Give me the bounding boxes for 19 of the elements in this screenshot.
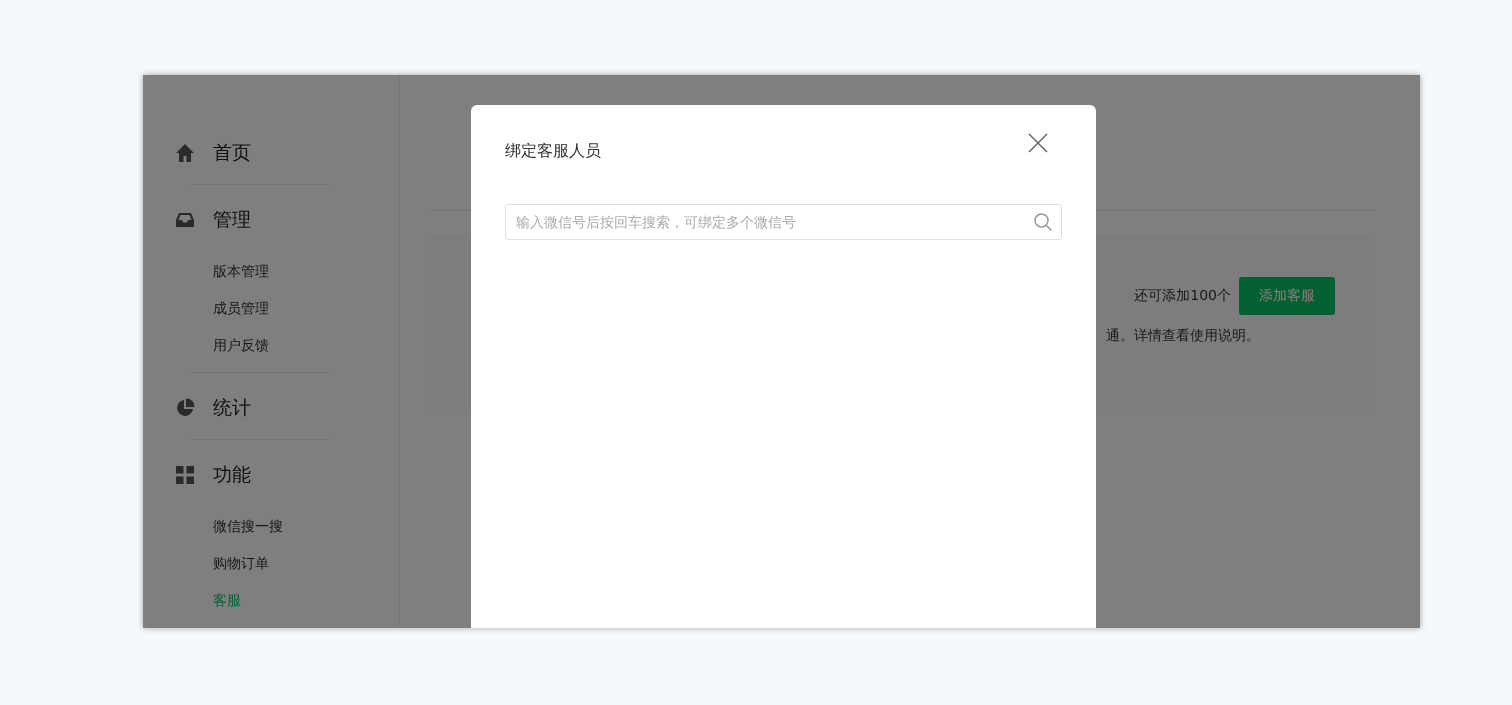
sidebar-group-title[interactable]: 管理 (213, 207, 251, 233)
sidebar-item[interactable]: 购物订单 (143, 545, 273, 582)
sidebar-group-title[interactable]: 首页 (213, 140, 251, 166)
grid-icon (175, 465, 195, 485)
sidebar-group-title[interactable]: 功能 (213, 462, 251, 488)
search-field[interactable]: 输入微信号后按回车搜索，可绑定多个微信号 (505, 204, 1062, 240)
sidebar-item[interactable]: 版本管理 (143, 253, 273, 290)
sidebar-item[interactable]: 用户反馈 (143, 327, 273, 364)
pie-chart-icon (175, 398, 195, 418)
sidebar-item[interactable]: 成员管理 (143, 290, 273, 327)
dialog-title: 绑定客服人员 (505, 141, 601, 162)
home-icon (175, 143, 195, 163)
sidebar-group-title[interactable]: 统计 (213, 395, 251, 421)
inbox-icon (175, 210, 195, 230)
sidebar-item[interactable]: 微信搜一搜 (143, 508, 287, 545)
close-icon[interactable] (1028, 133, 1048, 153)
note-text: 通。详情查看使用说明。 (1106, 327, 1260, 345)
quota-text: 还可添加100个 (1134, 287, 1231, 305)
search-icon[interactable] (1033, 212, 1053, 232)
